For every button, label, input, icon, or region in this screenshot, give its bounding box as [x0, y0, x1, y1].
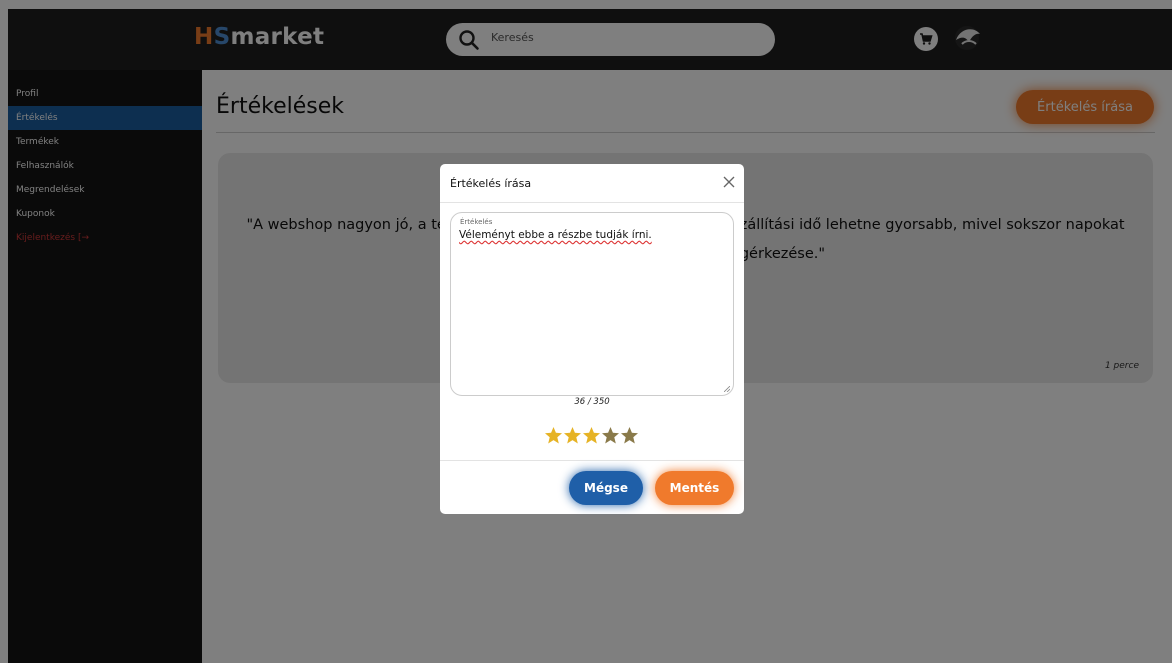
star-filled-icon[interactable]: [563, 426, 582, 445]
save-button[interactable]: Mentés: [655, 471, 734, 505]
close-icon[interactable]: [722, 175, 736, 189]
modal-footer-divider: [440, 460, 744, 461]
modal-header: Értékelés írása: [440, 164, 744, 203]
character-counter: 36 / 350: [574, 397, 610, 407]
star-empty-icon[interactable]: [601, 426, 620, 445]
review-textarea[interactable]: [459, 229, 725, 389]
star-empty-icon[interactable]: [620, 426, 639, 445]
cancel-button[interactable]: Mégse: [569, 471, 643, 505]
resize-grip-icon[interactable]: [724, 386, 730, 392]
write-review-modal: Értékelés írása Értékelés 36 / 350 Mégse…: [440, 164, 744, 514]
star-filled-icon[interactable]: [544, 426, 563, 445]
modal-title: Értékelés írása: [450, 177, 532, 190]
star-rating[interactable]: [544, 426, 644, 446]
star-filled-icon[interactable]: [582, 426, 601, 445]
review-field-label: Értékelés: [460, 218, 493, 226]
review-field: Értékelés: [450, 212, 734, 396]
